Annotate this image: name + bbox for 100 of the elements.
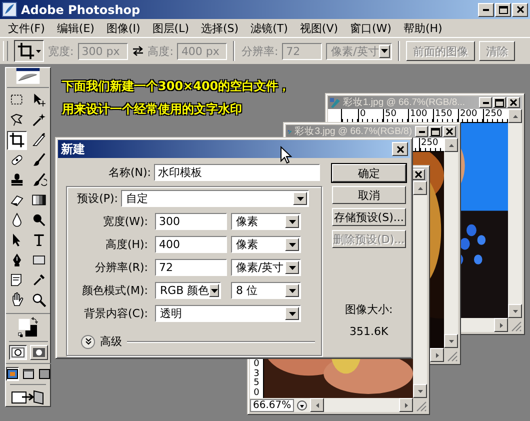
scroll-left-button[interactable] xyxy=(310,398,324,412)
scroll-down-button[interactable] xyxy=(413,384,427,398)
minimize-icon xyxy=(418,130,424,132)
ruler-label: 0 xyxy=(254,388,260,398)
brush-icon[interactable] xyxy=(31,152,47,168)
menu-item[interactable]: 帮助(H) xyxy=(397,20,448,36)
close-icon xyxy=(415,171,422,178)
move-icon[interactable] xyxy=(31,92,47,108)
dodge-icon[interactable] xyxy=(31,212,47,228)
minimize-button[interactable] xyxy=(479,97,492,108)
menu-item[interactable]: 图层(L) xyxy=(146,20,196,36)
background-dropdown[interactable]: 透明 xyxy=(155,305,301,322)
swap-icon[interactable] xyxy=(31,317,38,324)
close-button[interactable] xyxy=(507,97,520,108)
document-title: 彩妆1.jpg @ 66.7%(RGB/8... xyxy=(343,97,466,108)
lasso-icon[interactable] xyxy=(9,112,25,128)
window-title: Adobe Photoshop xyxy=(21,2,140,16)
menu-item[interactable]: 选择(S) xyxy=(195,20,245,36)
jump-to-icon[interactable] xyxy=(10,388,46,406)
scroll-down-button[interactable] xyxy=(444,334,458,348)
field-label: 分辨率: xyxy=(241,44,278,58)
save-preset-button[interactable]: 存储预设(S)... xyxy=(332,208,406,226)
screen-mode-icon[interactable] xyxy=(38,369,50,379)
scroll-up-button[interactable] xyxy=(508,109,522,123)
menu-item[interactable]: 文件(F) xyxy=(2,20,51,36)
status-menu-icon[interactable] xyxy=(296,400,308,410)
history-brush-icon[interactable] xyxy=(31,172,47,188)
caret-icon xyxy=(512,310,518,312)
cancel-button[interactable]: 取消 xyxy=(332,186,406,204)
crop-icon[interactable] xyxy=(9,132,25,148)
double-chevron-icon xyxy=(84,338,92,345)
close-button[interactable] xyxy=(443,126,456,137)
ok-button[interactable]: 确定 xyxy=(332,164,406,182)
knife-icon[interactable] xyxy=(31,132,47,148)
stamp-icon[interactable] xyxy=(9,172,25,188)
menu-item[interactable]: 图像(I) xyxy=(100,20,146,36)
ruler-label: 3 xyxy=(254,370,260,378)
close-icon xyxy=(446,128,453,135)
menu-item[interactable]: 滤镜(T) xyxy=(244,20,294,36)
input-field[interactable]: 300 xyxy=(155,213,227,230)
tool-preset-picker[interactable] xyxy=(14,40,44,62)
screen-mode-icon[interactable] xyxy=(6,369,18,379)
scroll-right-button[interactable] xyxy=(430,348,444,362)
default-colors-icon[interactable] xyxy=(18,332,23,337)
caret-icon xyxy=(448,144,454,146)
minimize-button[interactable] xyxy=(478,2,494,16)
field-label: 分辨率(R): xyxy=(94,260,149,275)
document-icon xyxy=(330,98,340,108)
scroll-up-button[interactable] xyxy=(413,181,427,195)
unit-dropdown[interactable]: 像素 xyxy=(231,236,301,253)
standard-mode-icon[interactable] xyxy=(10,347,24,358)
eyedropper-icon[interactable] xyxy=(31,272,47,288)
type-icon[interactable] xyxy=(31,232,47,248)
close-button[interactable] xyxy=(392,142,408,156)
name-field[interactable]: 水印模板 xyxy=(154,164,320,181)
expand-button[interactable] xyxy=(81,334,95,348)
zoom-icon[interactable] xyxy=(31,292,47,308)
menu-item[interactable]: 编辑(E) xyxy=(50,20,100,36)
unit-dropdown[interactable]: 像素 xyxy=(231,213,301,230)
minimize-button[interactable] xyxy=(415,126,428,137)
scroll-right-button[interactable] xyxy=(399,398,413,412)
close-button[interactable] xyxy=(512,2,528,16)
input-field[interactable]: 400 xyxy=(155,236,227,253)
menu-item[interactable]: 窗口(W) xyxy=(344,20,398,36)
zoom-field[interactable]: 66.67% xyxy=(250,398,294,412)
caret-icon xyxy=(210,288,218,292)
maximize-icon xyxy=(431,128,440,136)
close-button[interactable] xyxy=(412,169,425,180)
minimize-icon xyxy=(483,8,489,10)
depth-dropdown[interactable]: 8 位 xyxy=(231,282,301,299)
cursor-icon xyxy=(280,146,292,164)
caret-icon xyxy=(288,312,296,316)
caret-icon xyxy=(288,288,296,292)
close-icon xyxy=(510,99,517,106)
mode-dropdown[interactable]: RGB 颜色 xyxy=(155,282,221,299)
minimize-icon xyxy=(482,102,488,104)
caret-icon xyxy=(381,49,388,53)
caret-icon xyxy=(296,196,304,200)
swap-icon[interactable] xyxy=(132,46,144,56)
quick-mask-icon[interactable] xyxy=(32,347,46,358)
maximize-button[interactable] xyxy=(493,97,506,108)
maximize-icon xyxy=(495,98,504,106)
input-field[interactable]: 72 xyxy=(155,259,227,276)
advanced-label: 高级 xyxy=(100,334,122,349)
magic-wand-icon[interactable] xyxy=(31,112,47,128)
preset-dropdown[interactable]: 自定 xyxy=(121,190,309,207)
unit-dropdown[interactable]: 像素/英寸 xyxy=(231,259,301,276)
menu-item[interactable]: 视图(V) xyxy=(294,20,344,36)
field-label: 名称(N): xyxy=(107,165,152,180)
scroll-down-button[interactable] xyxy=(508,304,522,318)
annotation-text: 用来设计一个经常使用的文字水印 xyxy=(62,101,243,118)
close-icon xyxy=(396,146,404,152)
scroll-right-button[interactable] xyxy=(494,318,508,332)
image-size-label: 图像大小: xyxy=(344,302,393,317)
maximize-button[interactable] xyxy=(429,126,442,137)
ruler-label: 0 xyxy=(254,360,260,369)
screen-mode-icon[interactable] xyxy=(22,369,34,379)
foreground-swatch[interactable] xyxy=(18,318,30,330)
maximize-button[interactable] xyxy=(495,2,511,16)
scroll-up-button[interactable] xyxy=(444,138,458,152)
